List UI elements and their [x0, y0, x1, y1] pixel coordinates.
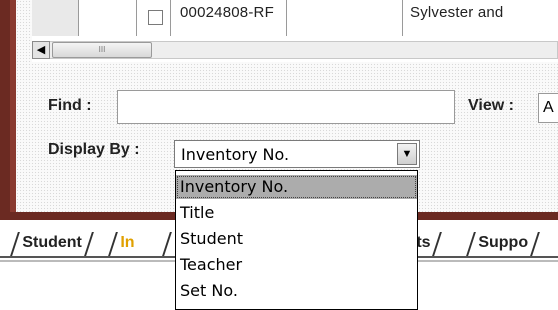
find-label: Find : — [48, 97, 92, 114]
display-by-label: Display By : — [48, 141, 140, 158]
tab-support-label: Suppo — [478, 234, 529, 251]
tab-student[interactable]: Student — [10, 232, 94, 256]
row-select-checkbox[interactable] — [148, 10, 163, 25]
dropdown-option-inventory-no[interactable]: Inventory No. — [176, 175, 417, 199]
dropdown-option-student[interactable]: Student — [176, 227, 417, 251]
dropdown-option-title[interactable]: Title — [176, 201, 417, 225]
window-frame-shade — [10, 0, 16, 212]
view-label: View : — [468, 97, 514, 114]
display-by-select[interactable]: Inventory No. ▼ — [174, 140, 420, 168]
find-input[interactable] — [117, 90, 455, 124]
chevron-down-icon[interactable]: ▼ — [397, 143, 417, 165]
tab-student-label: Student — [22, 234, 82, 251]
grid-divider — [402, 0, 403, 36]
results-grid: 00024808-RF Sylvester and — [32, 0, 558, 36]
grid-divider — [170, 0, 171, 36]
dropdown-option-set-no[interactable]: Set No. — [176, 279, 417, 303]
display-by-dropdown-list[interactable]: Inventory No. Title Student Teacher Set … — [175, 170, 418, 310]
scroll-left-arrow-icon[interactable]: ◀ — [32, 41, 50, 59]
tab-inventory[interactable]: In — [108, 232, 172, 256]
tab-support[interactable]: Suppo — [466, 232, 540, 256]
grid-divider — [286, 0, 287, 36]
display-by-selected-value: Inventory No. — [181, 145, 290, 164]
title-cell[interactable]: Sylvester and — [410, 4, 503, 21]
row-header-gutter — [32, 0, 79, 36]
grid-divider — [136, 0, 137, 36]
dropdown-option-teacher[interactable]: Teacher — [176, 253, 417, 277]
inventory-no-cell[interactable]: 00024808-RF — [180, 4, 274, 21]
scrollbar-thumb[interactable]: III — [52, 42, 152, 58]
horizontal-scrollbar[interactable]: ◀ III — [32, 36, 558, 62]
view-select[interactable]: A — [538, 93, 558, 123]
tab-inventory-label: In — [120, 234, 135, 251]
